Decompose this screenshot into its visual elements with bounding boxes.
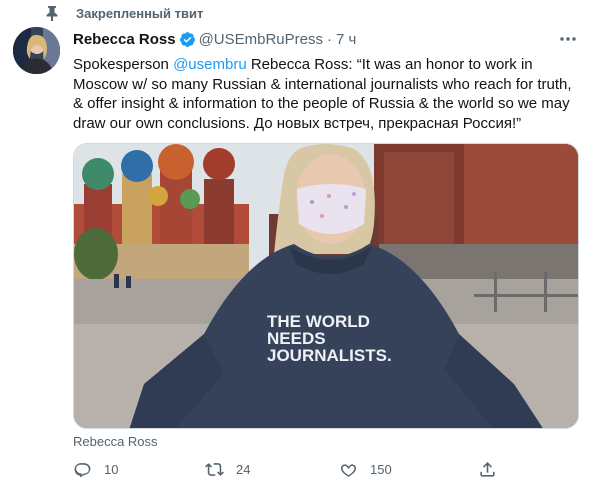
reply-icon <box>74 463 91 478</box>
tweet[interactable]: Закрепленный твит Rebecca Ross @USEmbRuP… <box>0 0 594 496</box>
retweet-icon <box>205 463 224 476</box>
share-button[interactable] <box>478 460 509 479</box>
tweet-photo[interactable]: THE WORLD NEEDS JOURNALISTS. <box>73 143 579 429</box>
author-handle[interactable]: @USEmbRuPress <box>199 31 323 48</box>
pinned-label: Закрепленный твит <box>76 5 204 21</box>
like-button[interactable]: 150 <box>339 460 392 479</box>
tweet-actions: 10 24 150 <box>73 460 503 482</box>
avatar[interactable] <box>13 27 60 74</box>
hoodie-text-line3: JOURNALISTS. <box>267 346 392 365</box>
share-icon <box>480 462 495 477</box>
media-credit[interactable]: Rebecca Ross <box>73 434 158 449</box>
tweet-text-prefix: Spokesperson <box>73 56 174 73</box>
heart-icon <box>340 464 357 477</box>
reply-count: 10 <box>104 462 119 477</box>
tweet-header: Rebecca Ross @USEmbRuPress · 7 ч <box>73 28 584 50</box>
separator-dot: · <box>327 30 332 48</box>
mention-link[interactable]: @usembru <box>173 56 247 73</box>
tweet-text: Spokesperson @usembru Rebecca Ross: “It … <box>73 55 583 133</box>
verified-badge-icon <box>179 31 196 48</box>
pinned-indicator: Закрепленный твит <box>45 4 203 22</box>
retweet-button[interactable]: 24 <box>205 460 250 479</box>
tweet-time[interactable]: 7 ч <box>336 31 356 48</box>
retweet-count: 24 <box>236 462 251 477</box>
more-options-icon[interactable] <box>558 30 578 48</box>
author-name[interactable]: Rebecca Ross <box>73 31 176 48</box>
reply-button[interactable]: 10 <box>73 460 118 479</box>
pin-icon <box>45 5 59 22</box>
like-count: 150 <box>370 462 392 477</box>
